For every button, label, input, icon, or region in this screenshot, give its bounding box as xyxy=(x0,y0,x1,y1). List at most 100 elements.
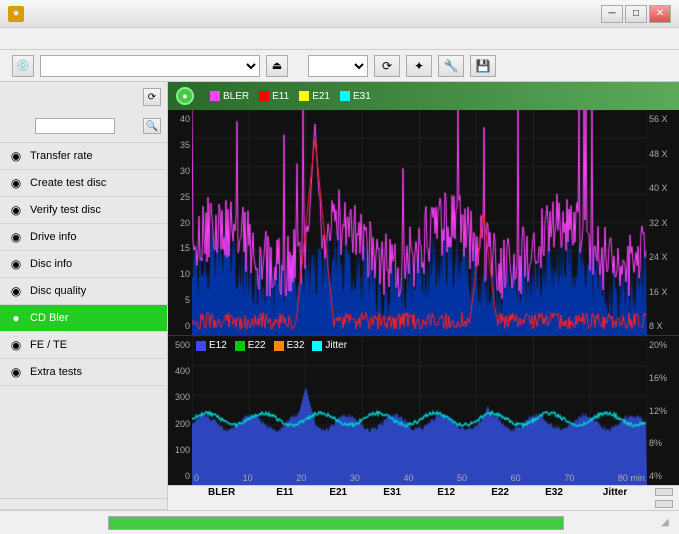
disc-info-icon: ◉ xyxy=(8,256,24,272)
menu-help[interactable] xyxy=(52,37,68,41)
legend-bler-label: BLER xyxy=(223,91,249,102)
col-header-empty xyxy=(168,486,185,499)
chart-header-icon: ● xyxy=(176,87,194,105)
menu-file[interactable] xyxy=(4,37,20,41)
disc-label-row: 🔍 xyxy=(6,118,161,134)
total-e21 xyxy=(311,506,365,510)
nav-transfer-rate[interactable]: ◉ Transfer rate xyxy=(0,143,167,170)
legend-e11: E11 xyxy=(259,91,289,102)
cd-bler-icon: ● xyxy=(8,310,24,326)
nav-status-window[interactable] xyxy=(0,499,167,510)
total-e32 xyxy=(527,506,581,510)
disc-header: ⟳ xyxy=(6,88,161,106)
lower-chart-canvas xyxy=(192,336,647,485)
nav-extra-tests-label: Extra tests xyxy=(30,366,159,378)
verify-test-disc-icon: ◉ xyxy=(8,202,24,218)
minimize-button[interactable]: ─ xyxy=(601,5,623,23)
create-test-disc-icon: ◉ xyxy=(8,175,24,191)
upper-y-axis-right: 56 X48 X40 X32 X24 X16 X8 X xyxy=(647,110,679,335)
speed-select[interactable] xyxy=(308,55,368,77)
legend-e22-color xyxy=(235,341,245,351)
nav-fe-te[interactable]: ◉ FE / TE xyxy=(0,332,167,359)
nav-verify-test-disc-label: Verify test disc xyxy=(30,204,159,216)
stats-with-buttons: BLER E11 E21 E31 E12 E22 E32 Jitter xyxy=(168,486,679,510)
legend-e11-color xyxy=(259,91,269,101)
disc-quality-icon: ◉ xyxy=(8,283,24,299)
fe-te-icon: ◉ xyxy=(8,337,24,353)
lower-chart-inner: E12 E22 E32 Jitter xyxy=(192,336,647,485)
nav-cd-bler-label: CD Bler xyxy=(30,312,159,324)
legend-e31-color xyxy=(340,91,350,101)
nav-cd-bler[interactable]: ● CD Bler xyxy=(0,305,167,332)
legend-e31: E31 xyxy=(340,91,371,102)
legend-e31-label: E31 xyxy=(353,91,371,102)
col-header-e31: E31 xyxy=(365,486,419,499)
save-button[interactable]: 💾 xyxy=(470,55,496,77)
total-e12 xyxy=(419,506,473,510)
nav-disc-info[interactable]: ◉ Disc info xyxy=(0,251,167,278)
legend-e32: E32 xyxy=(274,340,305,351)
sidebar: ⟳ 🔍 xyxy=(0,82,168,510)
stats-total-row xyxy=(168,506,649,510)
nav-drive-info[interactable]: ◉ Drive info xyxy=(0,224,167,251)
nav-create-test-disc[interactable]: ◉ Create test disc xyxy=(0,170,167,197)
upper-chart-container: 4035302520151050 56 X48 X40 X32 X24 X16 … xyxy=(168,110,679,335)
nav-verify-test-disc[interactable]: ◉ Verify test disc xyxy=(0,197,167,224)
legend-e22: E22 xyxy=(235,340,266,351)
nav-disc-quality[interactable]: ◉ Disc quality xyxy=(0,278,167,305)
total-jitter xyxy=(581,506,649,510)
legend-e11-label: E11 xyxy=(272,91,289,102)
start-part-button[interactable] xyxy=(655,500,673,508)
nav-fe-te-label: FE / TE xyxy=(30,339,159,351)
total-label xyxy=(168,506,185,510)
lower-y-axis-left: 5004003002001000 xyxy=(168,336,192,485)
col-header-e11: E11 xyxy=(258,486,311,499)
start-full-button[interactable] xyxy=(655,488,673,496)
legend-jitter: Jitter xyxy=(312,340,347,351)
upper-chart-canvas xyxy=(192,110,647,335)
menu-starttest[interactable] xyxy=(20,37,36,41)
total-e22 xyxy=(473,506,527,510)
eject-button[interactable]: ⏏ xyxy=(266,55,288,77)
app-icon: ★ xyxy=(8,6,24,22)
erase-button[interactable]: ✦ xyxy=(406,55,432,77)
drive-info-icon: ◉ xyxy=(8,229,24,245)
total-e11 xyxy=(258,506,311,510)
maximize-button[interactable]: □ xyxy=(625,5,647,23)
col-header-e22: E22 xyxy=(473,486,527,499)
col-header-e12: E12 xyxy=(419,486,473,499)
resize-handle: ◢ xyxy=(661,517,675,528)
total-bler xyxy=(185,506,259,510)
chart-header: ● BLER E11 E21 E31 xyxy=(168,82,679,110)
tool-button[interactable]: 🔧 xyxy=(438,55,464,77)
titlebar: ★ ─ □ ✕ xyxy=(0,0,679,28)
statusbar: ◢ xyxy=(0,510,679,534)
close-button[interactable]: ✕ xyxy=(649,5,671,23)
nav-extra-tests[interactable]: ◉ Extra tests xyxy=(0,359,167,386)
right-panel: ● BLER E11 E21 E31 xyxy=(168,82,679,510)
progress-bar-fill xyxy=(109,517,563,529)
legend-e32-color xyxy=(274,341,284,351)
legend-e21-color xyxy=(299,91,309,101)
menu-extra[interactable] xyxy=(36,37,52,41)
nav-disc-quality-label: Disc quality xyxy=(30,285,159,297)
upper-y-axis-left: 4035302520151050 xyxy=(168,110,192,335)
nav-items: ◉ Transfer rate ◉ Create test disc ◉ Ver… xyxy=(0,143,167,386)
drive-select[interactable] xyxy=(40,55,260,77)
menubar xyxy=(0,28,679,50)
col-header-e32: E32 xyxy=(527,486,581,499)
extra-tests-icon: ◉ xyxy=(8,364,24,380)
legend-e21: E21 xyxy=(299,91,330,102)
main-content: ⟳ 🔍 xyxy=(0,82,679,510)
disc-refresh-button[interactable]: ⟳ xyxy=(143,88,161,106)
nav-disc-info-label: Disc info xyxy=(30,258,159,270)
titlebar-controls: ─ □ ✕ xyxy=(601,5,671,23)
transfer-rate-icon: ◉ xyxy=(8,148,24,164)
col-header-e21: E21 xyxy=(311,486,365,499)
drivebar: 💿 ⏏ ⟳ ✦ 🔧 💾 xyxy=(0,50,679,82)
refresh-button[interactable]: ⟳ xyxy=(374,55,400,77)
label-input[interactable] xyxy=(35,118,115,134)
nav-create-test-disc-label: Create test disc xyxy=(30,177,159,189)
legend-e21-label: E21 xyxy=(312,91,330,102)
label-search-button[interactable]: 🔍 xyxy=(143,118,161,134)
